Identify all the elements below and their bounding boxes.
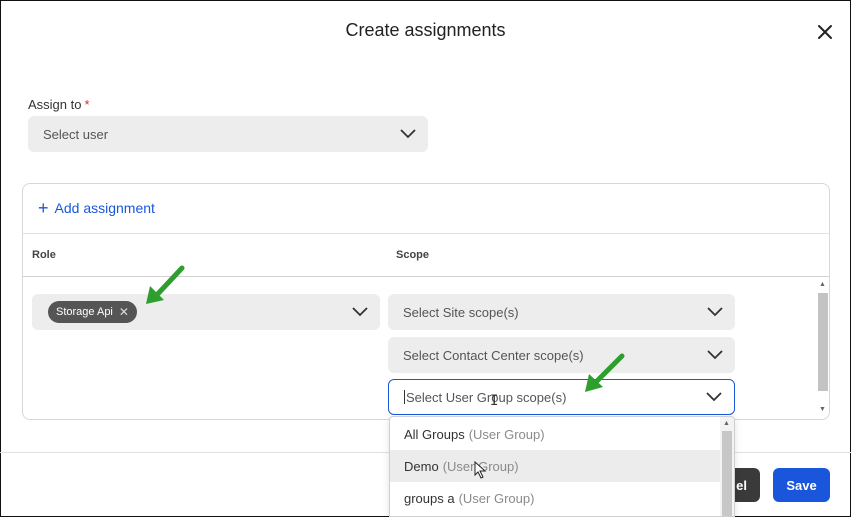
mouse-pointer-icon [474,461,487,479]
annotation-arrow-icon [585,353,625,392]
assign-to-label: Assign to * [28,97,90,112]
select-user-dropdown[interactable]: Select user [28,116,428,152]
contact-center-scope-select[interactable]: Select Contact Center scope(s) [388,337,735,373]
scroll-up-icon[interactable]: ▲ [819,281,826,288]
plus-icon: + [38,198,49,218]
user-group-options-list: All Groups (User Group) Demo (User Group) … [389,416,735,517]
role-column-header: Role [32,249,56,261]
divider [23,233,829,234]
chevron-down-icon [707,307,723,317]
dropdown-scrollbar[interactable]: ▲ [720,417,734,516]
text-cursor-icon: I [490,393,499,409]
chevron-down-icon [352,307,368,317]
role-chip: Storage Api ✕ [48,301,137,323]
add-assignment-button[interactable]: + Add assignment [38,198,155,218]
panel-scrollbar[interactable]: ▲ ▼ [816,281,829,417]
text-caret [404,390,405,404]
chevron-down-icon [706,392,722,402]
chevron-down-icon [707,350,723,360]
option-demo[interactable]: Demo (User Group) [390,450,720,482]
role-chip-label: Storage Api [56,306,113,318]
option-all-groups[interactable]: All Groups (User Group) [390,418,720,450]
scrollbar-thumb[interactable] [818,293,828,391]
dialog-title: Create assignments [345,20,506,40]
scope-column-header: Scope [396,249,430,261]
remove-chip-icon[interactable]: ✕ [119,305,129,319]
user-group-scope-select[interactable]: Select User Group scope(s) [388,379,735,415]
dropdown-scrollbar-thumb[interactable] [722,431,732,516]
option-groups-a[interactable]: groups a (User Group) [390,482,720,514]
annotation-arrow-icon [146,265,185,304]
close-icon[interactable] [815,22,835,42]
scroll-down-icon[interactable]: ▼ [819,406,826,413]
chevron-down-icon [400,129,416,139]
save-button[interactable]: Save [773,468,830,502]
site-scope-select[interactable]: Select Site scope(s) [388,294,735,330]
required-mark: * [84,97,90,112]
select-user-placeholder: Select user [43,126,109,142]
scroll-up-icon[interactable]: ▲ [723,420,730,427]
